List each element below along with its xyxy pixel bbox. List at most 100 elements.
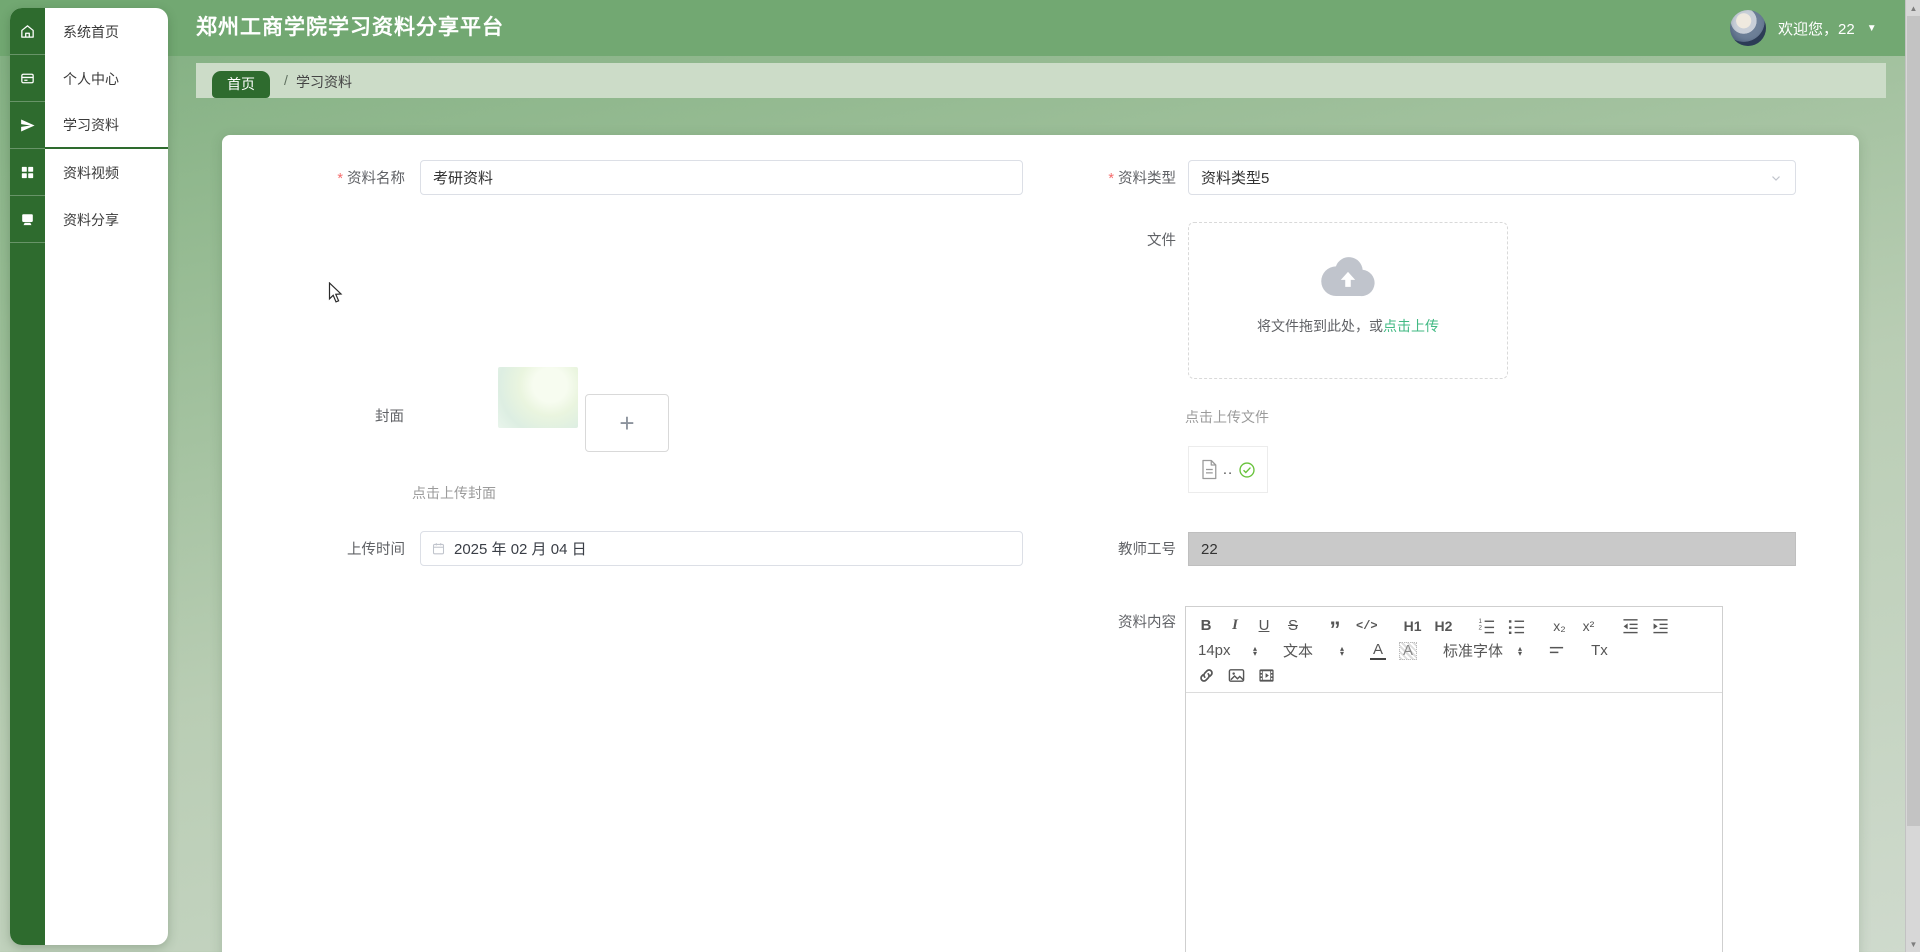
- outdent-icon: [1623, 619, 1639, 634]
- heading2-button[interactable]: H2: [1435, 615, 1453, 637]
- label-text: 资料类型: [1118, 171, 1176, 187]
- breadcrumb: 首页 / 学习资料: [196, 63, 1886, 98]
- svg-text:2: 2: [1479, 624, 1483, 631]
- blockquote-button[interactable]: ”: [1327, 615, 1343, 640]
- sidebar-item-material-share[interactable]: 资料分享: [45, 196, 168, 243]
- material-type-label: * 资料类型: [1012, 169, 1176, 189]
- upload-time-label: 上传时间: [347, 542, 405, 558]
- click-upload-link[interactable]: 点击上传: [1383, 318, 1439, 334]
- paragraph-spinner-icon[interactable]: ▴ ▾: [1340, 644, 1344, 657]
- monitor-icon: [22, 213, 33, 225]
- cover-thumbnail[interactable]: [498, 367, 578, 428]
- bold-button[interactable]: B: [1198, 615, 1214, 637]
- bullet-list-icon: [1509, 620, 1525, 634]
- scroll-up-button[interactable]: ▲: [1906, 0, 1920, 16]
- font-size-select[interactable]: 14px: [1198, 640, 1240, 662]
- breadcrumb-separator: /: [284, 72, 288, 88]
- align-button[interactable]: [1548, 640, 1565, 662]
- scrollbar-thumb[interactable]: [1907, 16, 1920, 826]
- file-chip-text: ..: [1222, 461, 1234, 478]
- upload-time-input[interactable]: 2025 年 02 月 04 日: [420, 531, 1023, 566]
- sidebar-icon-home[interactable]: [10, 8, 45, 55]
- font-size-spinner-icon[interactable]: ▴ ▾: [1253, 644, 1257, 657]
- cover-upload-hint: 点击上传封面: [412, 485, 496, 501]
- clear-format-button[interactable]: Tx: [1591, 640, 1608, 662]
- check-circle-icon: [1239, 461, 1255, 478]
- add-cover-button[interactable]: +: [585, 394, 669, 452]
- app-header: 郑州工商学院学习资料分享平台: [0, 0, 1905, 56]
- link-button[interactable]: [1198, 665, 1215, 687]
- sidebar-icon-materials[interactable]: [10, 102, 45, 149]
- material-name-label: * 资料名称: [242, 169, 405, 189]
- sidebar-item-label: 学习资料: [63, 116, 119, 133]
- font-family-select[interactable]: 标准字体: [1443, 640, 1505, 662]
- superscript-button[interactable]: x²: [1580, 615, 1596, 637]
- highlight-color-button[interactable]: A: [1399, 641, 1418, 660]
- paper-plane-icon: [21, 118, 35, 132]
- subscript-button[interactable]: x₂: [1551, 615, 1567, 637]
- sidebar-item-system-home[interactable]: 系统首页: [45, 8, 168, 55]
- drag-text: 将文件拖到此处，或: [1257, 318, 1383, 334]
- required-asterisk: *: [337, 171, 343, 187]
- link-icon: [1200, 669, 1213, 682]
- sidebar-icon-strip: [10, 8, 45, 945]
- file-dropzone[interactable]: 将文件拖到此处，或点击上传: [1188, 222, 1508, 379]
- material-name-input[interactable]: [420, 160, 1023, 195]
- form-card: *资料名称 *资料类型 资料类型5 文件 将文件拖到此处，或点击上传 点击上传文…: [222, 135, 1859, 952]
- cover-label: 封面: [375, 409, 404, 425]
- image-icon: [1228, 669, 1245, 682]
- home-icon: [21, 24, 34, 38]
- indent-button[interactable]: [1652, 615, 1669, 637]
- indent-icon: [1653, 619, 1669, 634]
- outdent-button[interactable]: [1622, 615, 1639, 637]
- file-label: 文件: [1147, 233, 1176, 249]
- ordered-list-button[interactable]: 12: [1478, 615, 1495, 637]
- font-color-button[interactable]: A: [1370, 641, 1387, 660]
- chevron-down-icon: ▼: [1866, 22, 1877, 34]
- sidebar-icon-profile[interactable]: [10, 55, 45, 102]
- plus-icon: +: [619, 407, 635, 438]
- content-label: 资料内容: [1118, 615, 1176, 631]
- sidebar-item-label: 资料视频: [63, 164, 119, 181]
- scroll-down-button[interactable]: ▼: [1906, 936, 1920, 952]
- strikethrough-button[interactable]: S: [1285, 615, 1301, 637]
- breadcrumb-home-tab[interactable]: 首页: [212, 71, 270, 98]
- avatar[interactable]: [1730, 10, 1766, 46]
- editor-content-area[interactable]: [1186, 693, 1722, 952]
- clear-format-label: Tx: [1591, 642, 1608, 659]
- grid-icon: [21, 166, 34, 178]
- toolbar-row-3: [1198, 663, 1710, 688]
- font-family-spinner-icon[interactable]: ▴ ▾: [1518, 644, 1522, 657]
- sidebar-item-label: 系统首页: [63, 23, 119, 40]
- document-icon: [1202, 459, 1217, 480]
- sidebar-labels: 系统首页 个人中心 学习资料 资料视频 资料分享: [45, 8, 168, 945]
- sidebar-item-label: 资料分享: [63, 211, 119, 228]
- sidebar-item-material-videos[interactable]: 资料视频: [45, 149, 168, 196]
- code-button[interactable]: </>: [1356, 615, 1378, 637]
- sidebar-item-personal-center[interactable]: 个人中心: [45, 55, 168, 102]
- date-value: 2025 年 02 月 04 日: [454, 541, 587, 558]
- uploaded-file-chip[interactable]: ..: [1188, 446, 1268, 493]
- sidebar-icon-videos[interactable]: [10, 149, 45, 196]
- insert-video-button[interactable]: [1258, 665, 1275, 687]
- id-card-icon: [21, 73, 34, 83]
- page-title: 郑州工商学院学习资料分享平台: [196, 16, 504, 39]
- sidebar-item-study-materials[interactable]: 学习资料: [45, 102, 168, 149]
- underline-button[interactable]: U: [1256, 615, 1272, 637]
- sidebar-item-label: 个人中心: [63, 70, 119, 87]
- required-asterisk: *: [1108, 171, 1114, 187]
- toolbar-row-2: 14px ▴ ▾ 文本 ▴ ▾ A A 标准字体 ▴ ▾ Tx: [1198, 638, 1710, 663]
- sidebar-icon-share[interactable]: [10, 196, 45, 243]
- paragraph-select[interactable]: 文本: [1283, 640, 1327, 662]
- italic-button[interactable]: I: [1227, 615, 1243, 637]
- chevron-down-icon: [1772, 175, 1780, 181]
- material-type-select[interactable]: 资料类型5: [1188, 160, 1796, 195]
- editor-toolbar: B I U S ” </> H1 H2 12 x₂ x² 14px ▴ ▾ 文本…: [1186, 607, 1722, 693]
- insert-image-button[interactable]: [1228, 665, 1245, 687]
- page-scrollbar[interactable]: ▲ ▼: [1905, 0, 1920, 952]
- bullet-list-button[interactable]: [1508, 615, 1525, 637]
- welcome-text: 欢迎您，22: [1778, 20, 1855, 38]
- heading1-button[interactable]: H1: [1404, 615, 1422, 637]
- align-icon: [1549, 646, 1564, 654]
- user-menu[interactable]: 欢迎您，22 ▼: [1730, 0, 1877, 56]
